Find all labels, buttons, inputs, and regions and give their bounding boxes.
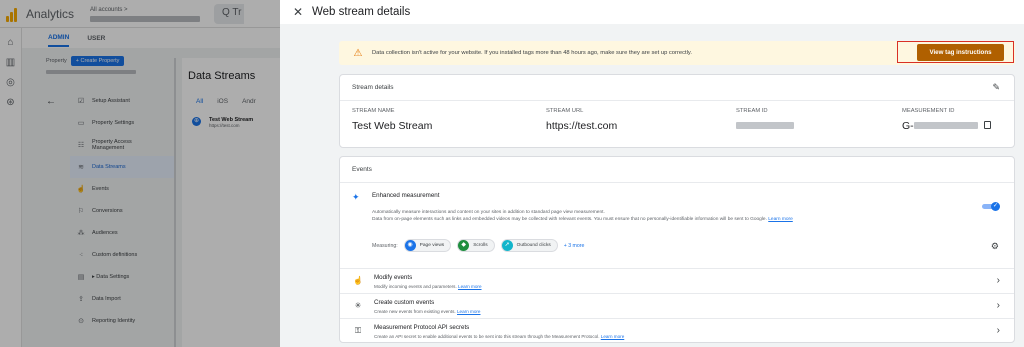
stream-name-label: STREAM NAME xyxy=(352,108,395,114)
key-icon: ⚿ xyxy=(354,326,362,335)
measurement-id-field: MEASUREMENT ID G- xyxy=(902,108,991,132)
events-heading: Events xyxy=(340,157,1014,183)
stream-id-label: STREAM ID xyxy=(736,108,768,114)
row-title: Create custom events xyxy=(374,299,435,306)
touch-icon: ☝ xyxy=(353,276,363,285)
measurement-id-highlight-box xyxy=(897,41,1014,63)
chip-label: Page views xyxy=(419,243,445,248)
chip-page-views: ◉ Page views xyxy=(403,239,452,252)
stream-name-value: Test Web Stream xyxy=(352,120,433,132)
learn-more-link[interactable]: Learn more xyxy=(601,334,625,339)
measurement-id-value: G- xyxy=(902,120,991,132)
enhanced-desc-line2: Data from on-page elements such as links… xyxy=(372,217,767,222)
banner-text: Data collection isn't active for your we… xyxy=(372,50,692,56)
stream-name-field: STREAM NAME Test Web Stream xyxy=(352,108,432,132)
cursor-icon: ➚ xyxy=(501,240,513,251)
measurement-id-prefix: G- xyxy=(902,120,914,132)
modal-scrim[interactable] xyxy=(0,0,280,347)
measuring-row: Measuring: ◉ Page views ◆ Scrolls ➚ Outboun… xyxy=(372,239,584,252)
enhanced-measurement-section: ✦ Enhanced measurement Automatically mea… xyxy=(340,183,1014,269)
stream-details-header: Stream details ✎ xyxy=(340,75,1014,101)
modify-events-row[interactable]: ☝ Modify events Modify incoming events a… xyxy=(340,269,1014,294)
learn-more-link[interactable]: Learn more xyxy=(457,309,481,314)
chevron-right-icon: › xyxy=(996,300,1000,311)
stream-details-card: Stream details ✎ STREAM NAME Test Web St… xyxy=(339,74,1015,148)
measurement-id-label: MEASUREMENT ID xyxy=(902,108,955,114)
more-measurements-link[interactable]: + 3 more xyxy=(564,243,585,249)
row-sub-text: Modify incoming events and parameters. xyxy=(374,284,457,289)
stream-url-field: STREAM URL https://test.com xyxy=(546,108,617,132)
warning-icon: ⚠ xyxy=(353,47,363,59)
row-sub-text: Create an API secret to enable additiona… xyxy=(374,334,600,339)
measurement-protocol-row[interactable]: ⚿ Measurement Protocol API secrets Creat… xyxy=(340,319,1014,344)
learn-more-link[interactable]: Learn more xyxy=(458,284,482,289)
row-title: Modify events xyxy=(374,274,413,281)
enhanced-measurement-description: Automatically measure interactions and c… xyxy=(372,209,932,223)
copy-icon[interactable] xyxy=(983,121,991,130)
edit-pencil-icon[interactable]: ✎ xyxy=(992,82,1000,93)
stream-details-heading: Stream details xyxy=(352,84,394,91)
row-subtitle: Create new events from existing events. … xyxy=(374,309,481,314)
panel-title: Web stream details xyxy=(312,6,411,18)
chip-label: Outbound clicks xyxy=(516,243,551,248)
panel-header: ✕ Web stream details xyxy=(280,0,1024,24)
measurement-id-redacted xyxy=(913,122,978,129)
row-title: Measurement Protocol API secrets xyxy=(374,324,470,331)
eye-icon: ◉ xyxy=(404,240,416,251)
chip-outbound-clicks: ➚ Outbound clicks xyxy=(500,239,558,252)
enhanced-desc-line1: Automatically measure interactions and c… xyxy=(372,210,605,215)
scroll-icon: ◆ xyxy=(458,240,470,251)
chevron-right-icon: › xyxy=(996,325,1000,336)
row-sub-text: Create new events from existing events. xyxy=(374,309,456,314)
chip-scrolls: ◆ Scrolls xyxy=(457,239,495,252)
web-stream-details-panel: ✕ Web stream details ⚠ Data collection i… xyxy=(280,0,1024,347)
sparkle-icon: ✦ xyxy=(352,192,360,202)
row-subtitle: Modify incoming events and parameters. L… xyxy=(374,284,482,289)
create-custom-events-row[interactable]: ✳ Create custom events Create new events… xyxy=(340,294,1014,319)
events-card: Events ✦ Enhanced measurement Automatica… xyxy=(339,156,1015,343)
row-subtitle: Create an API secret to enable additiona… xyxy=(374,334,624,339)
check-icon: ✓ xyxy=(991,202,1000,211)
close-icon[interactable]: ✕ xyxy=(292,5,304,19)
enhanced-measurement-toggle[interactable]: ✓ xyxy=(982,202,1000,211)
stream-url-value: https://test.com xyxy=(546,120,618,132)
chip-label: Scrolls xyxy=(473,243,488,248)
chevron-right-icon: › xyxy=(996,275,1000,286)
stream-id-value xyxy=(736,120,794,132)
enhanced-measurement-title: Enhanced measurement xyxy=(372,192,440,199)
stream-url-label: STREAM URL xyxy=(546,108,584,114)
learn-more-link[interactable]: Learn more xyxy=(768,217,793,222)
stream-id-field: STREAM ID xyxy=(736,108,794,132)
stream-id-redacted xyxy=(736,122,794,129)
gear-icon[interactable]: ⚙ xyxy=(991,241,999,252)
measuring-label: Measuring: xyxy=(372,242,398,249)
sparkle-touch-icon: ✳ xyxy=(354,301,362,310)
